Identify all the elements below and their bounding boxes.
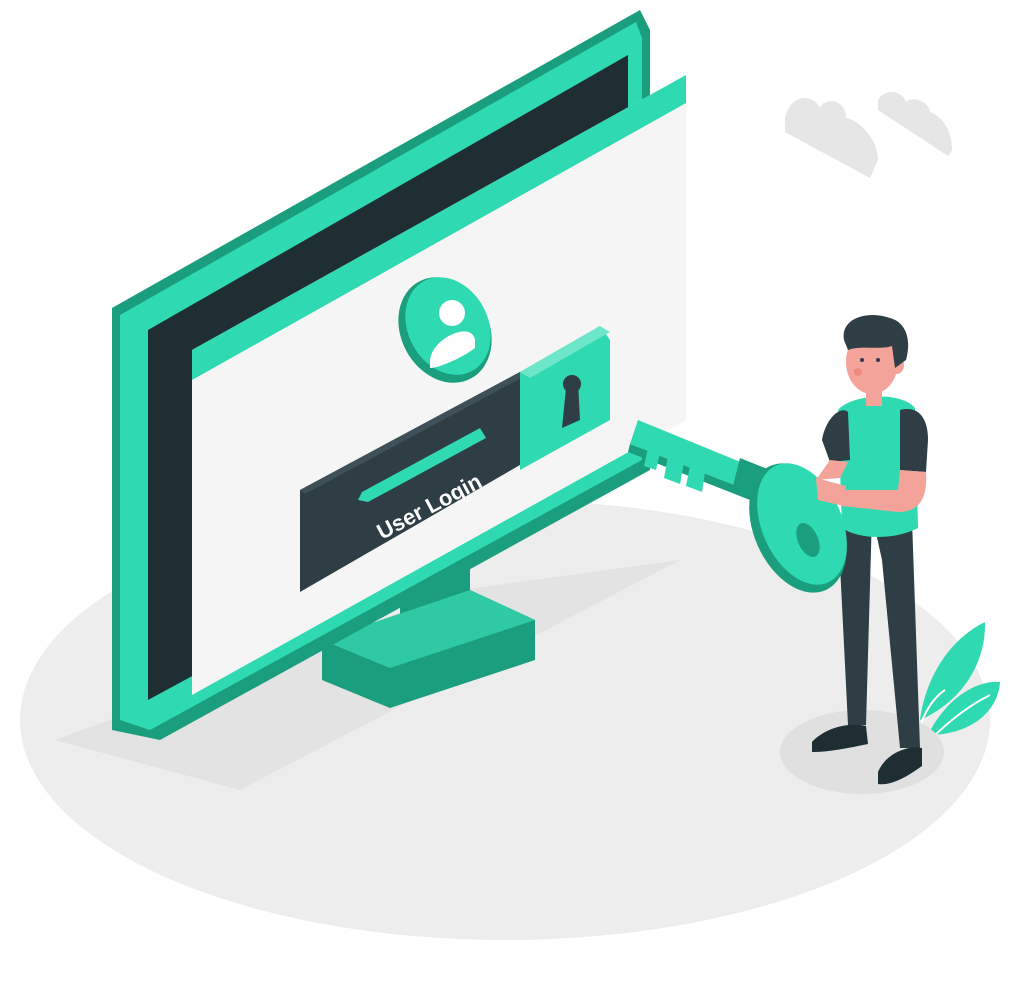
keyhole-icon bbox=[562, 375, 581, 428]
cloud-icon bbox=[785, 91, 952, 178]
login-illustration: User Login bbox=[20, 10, 1000, 940]
